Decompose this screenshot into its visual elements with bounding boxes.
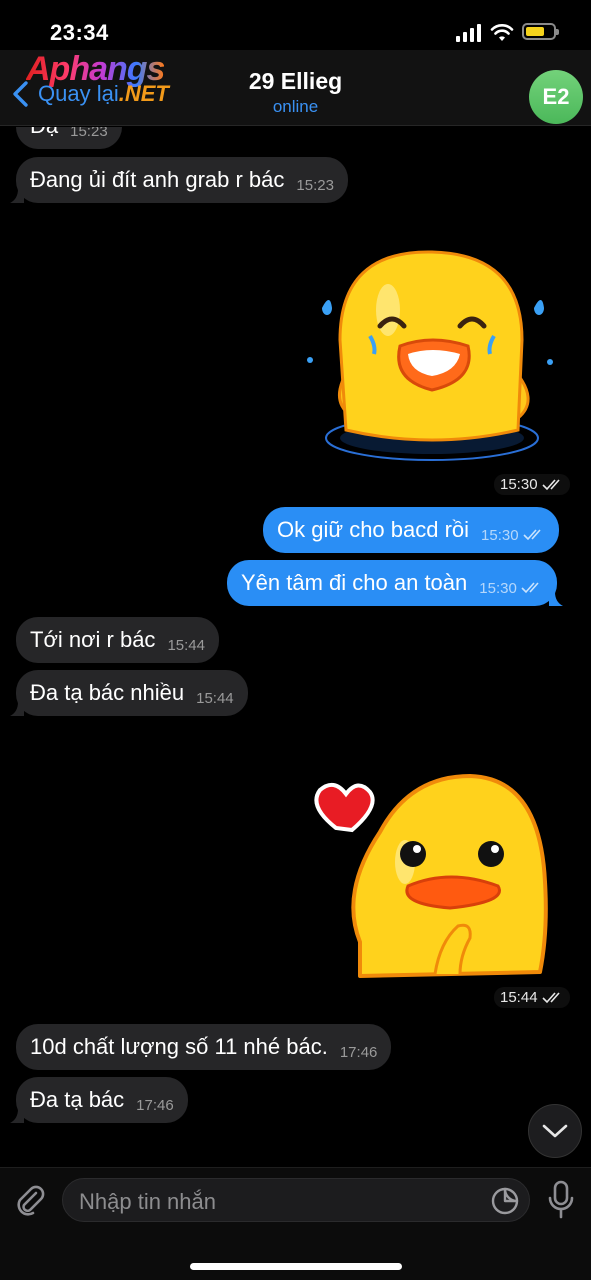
message-input-placeholder: Nhập tin nhắn [79,1189,216,1214]
cellular-signal-icon [456,24,482,42]
message-time: 15:30 [479,579,517,597]
laughing-duck-sticker[interactable] [300,250,560,475]
message-input[interactable]: Nhập tin nhắn [62,1178,530,1222]
message-text: Đa tạ bác nhiều [30,680,185,705]
message-text: Dạ [30,127,58,139]
message-bubble-incoming[interactable]: Đa tạ bác nhiều 15:44 [10,670,248,716]
message-time: 17:46 [136,1096,174,1114]
contact-status: online [272,97,319,116]
double-check-icon [521,582,539,594]
microphone-icon[interactable] [546,1180,576,1220]
message-text: Đang ủi đít anh grab r bác [30,167,285,192]
message-bubble-incoming[interactable]: Dạ 15:23 [16,127,122,149]
double-check-icon [541,991,560,1003]
message-text: 10d chất lượng số 11 nhé bác. [30,1034,328,1059]
message-bubble-incoming[interactable]: Đang ủi đít anh grab r bác 15:23 [10,157,348,203]
message-time: 15:23 [296,176,334,194]
paperclip-icon[interactable] [12,1182,48,1218]
double-check-icon [523,529,541,541]
contact-name: 29 Ellieg [248,68,343,94]
status-bar: 23:34 [0,0,591,50]
message-list[interactable]: Dạ 15:23 Đang ủi đít anh grab r bác 15:2… [0,127,591,1167]
chevron-down-icon [542,1124,568,1138]
message-bubble-outgoing[interactable]: Yên tâm đi cho an toàn 15:30 [227,560,563,606]
message-time: 15:44 [167,636,205,654]
double-check-icon [541,478,560,490]
chat-header: Aphangs Quay lại .NET 29 Ellieg online E… [0,50,591,126]
heart-duck-sticker[interactable] [300,772,555,987]
contact-info[interactable]: 29 Ellieg online [0,68,591,117]
message-time: 15:23 [70,127,108,140]
message-bubble-outgoing[interactable]: Ok giữ cho bacd rồi 15:30 [263,507,559,553]
message-text: Tới nơi r bác [30,627,156,652]
home-indicator [190,1263,402,1270]
message-time: 15:44 [196,689,234,707]
wifi-icon [490,24,514,41]
sticker-time: 15:44 [494,987,570,1008]
message-bubble-incoming[interactable]: Đa tạ bác 17:46 [10,1077,188,1123]
battery-icon [522,23,559,40]
message-time: 15:30 [481,526,519,544]
message-text: Ok giữ cho bacd rồi [277,517,470,542]
message-text: Đa tạ bác [30,1087,125,1112]
status-time: 23:34 [50,20,109,45]
message-bubble-incoming[interactable]: Tới nơi r bác 15:44 [16,617,219,663]
scroll-to-bottom-button[interactable] [528,1104,582,1158]
sticker-icon[interactable] [490,1186,520,1216]
sticker-time: 15:30 [494,474,570,495]
message-time: 17:46 [339,1043,378,1061]
message-text: Yên tâm đi cho an toàn [241,570,468,595]
message-bubble-incoming[interactable]: 10d chất lượng số 11 nhé bác. 17:46 [16,1024,392,1070]
avatar[interactable]: E2 [529,70,583,124]
